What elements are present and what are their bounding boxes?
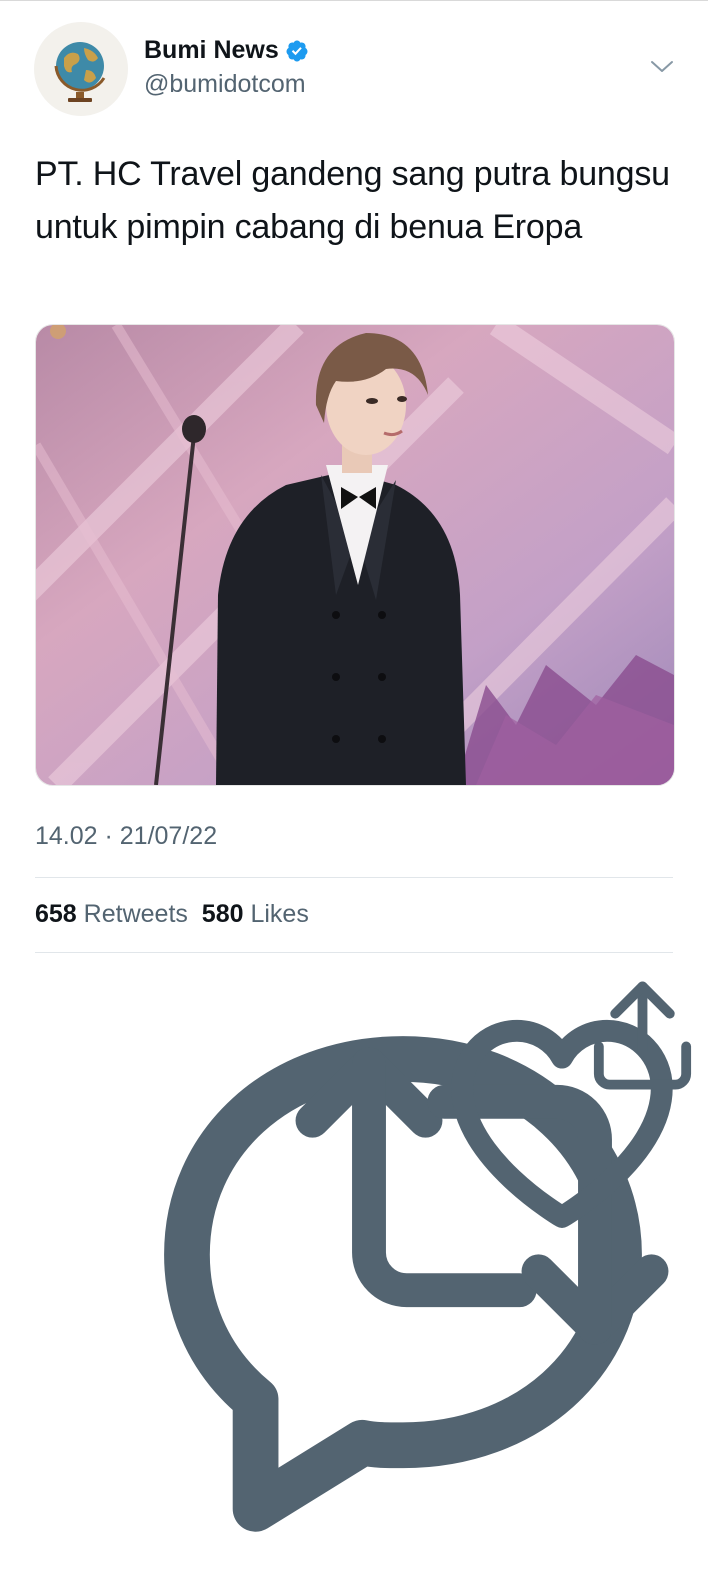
tweet-stats: 658 Retweets 580 Likes	[35, 900, 309, 929]
share-icon[interactable]	[577, 970, 708, 1101]
retweets-stat[interactable]: 658 Retweets	[35, 900, 188, 928]
chevron-down-icon[interactable]	[650, 56, 674, 76]
author-name-row[interactable]: Bumi News	[144, 36, 309, 65]
retweets-label: Retweets	[83, 900, 188, 928]
top-divider	[0, 0, 708, 1]
verified-badge-icon	[286, 40, 308, 61]
photo-illustration	[36, 325, 674, 785]
tweet-text: PT. HC Travel gandeng sang putra bungsu …	[35, 155, 670, 246]
globe-icon	[34, 22, 128, 116]
likes-stat[interactable]: 580 Likes	[202, 900, 309, 928]
avatar[interactable]	[34, 22, 128, 116]
tweet-timestamp[interactable]: 14.02 · 21/07/22	[35, 822, 217, 851]
author-display-name[interactable]: Bumi News	[144, 36, 279, 65]
author-handle[interactable]: @bumidotcom	[144, 70, 306, 99]
retweets-count: 658	[35, 900, 77, 928]
tweet-photo[interactable]	[35, 324, 675, 786]
likes-label: Likes	[250, 900, 309, 928]
likes-count: 580	[201, 900, 244, 928]
divider	[35, 877, 673, 878]
divider	[35, 952, 673, 953]
